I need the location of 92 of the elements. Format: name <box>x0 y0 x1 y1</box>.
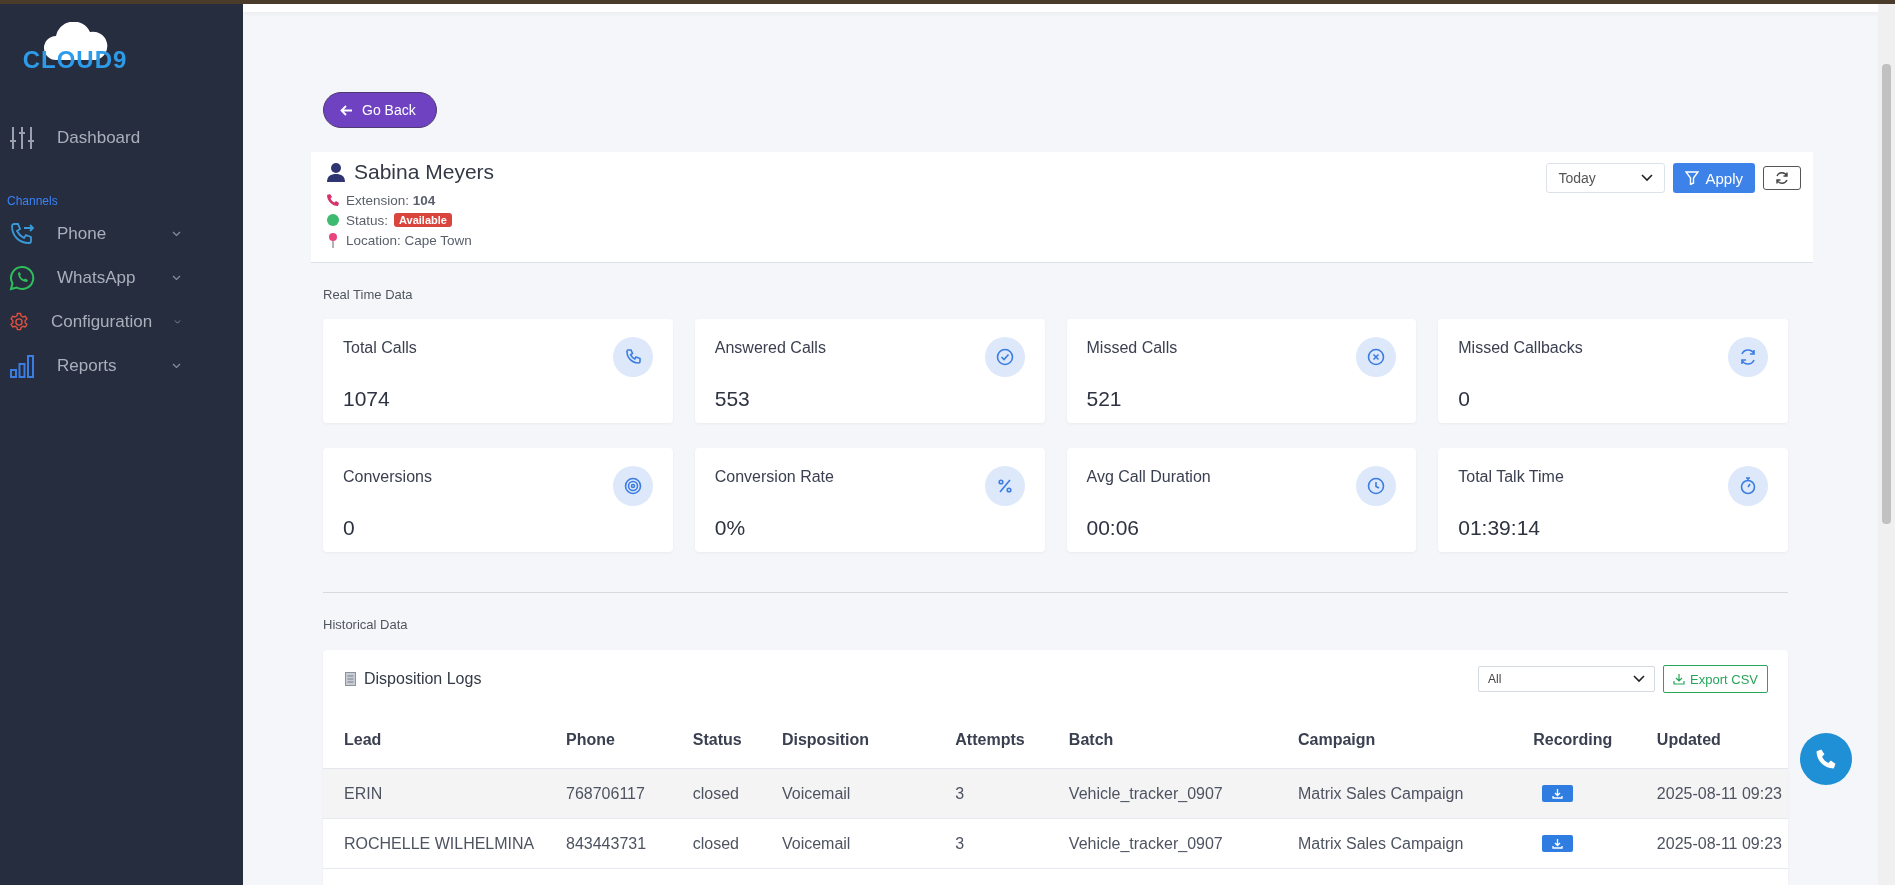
location-text: Location: Cape Town <box>346 232 472 248</box>
table-cell: 843443731 <box>545 818 672 869</box>
phone-forward-icon <box>9 221 35 247</box>
section-label: Channels <box>6 193 59 210</box>
stat-label: Answered Calls <box>714 339 827 358</box>
table-cell: Voicemail <box>760 768 935 819</box>
sidebar-item[interactable]: Dashboard <box>0 116 243 160</box>
chevron-down-icon <box>1641 174 1654 182</box>
table-cell: 2025-08-11 09:23 <box>1635 768 1788 819</box>
person-icon <box>326 162 346 182</box>
table-cell: Matrix Sales Campaign <box>1276 768 1513 819</box>
phone-icon <box>612 337 653 377</box>
clock-icon <box>1356 466 1397 506</box>
period-dropdown[interactable]: Today <box>1546 163 1666 193</box>
export-csv-button[interactable]: Export CSV <box>1663 665 1768 693</box>
table-cell: closed <box>671 818 761 869</box>
logs-title: Disposition Logs <box>364 670 482 688</box>
table-cell: 3 <box>934 818 1048 869</box>
stat-value: 553 <box>714 387 751 412</box>
chat-bubble-phone-icon <box>9 265 35 291</box>
document-icon <box>345 672 356 686</box>
download-recording-button[interactable] <box>1542 785 1574 802</box>
sidebar-item[interactable]: WhatsApp <box>0 256 243 300</box>
table-cell: closed <box>671 768 761 819</box>
table-cell: Voicemail <box>760 818 935 869</box>
stat-label: Total Calls <box>343 339 418 358</box>
table-cell: ROCHELLE WILHELMINA <box>323 818 545 869</box>
sidebar-item[interactable]: Reports <box>0 344 243 388</box>
sliders-icon <box>9 125 35 151</box>
stat-label: Total Talk Time <box>1458 468 1565 487</box>
filter-dropdown[interactable]: All <box>1478 666 1656 692</box>
arrow-left-icon <box>340 104 353 116</box>
stat-value: 01:39:14 <box>1458 516 1541 541</box>
column-header: Status <box>671 708 761 769</box>
pin-icon <box>326 232 340 248</box>
column-header: Recording <box>1512 708 1636 769</box>
x-circle-icon <box>1356 337 1397 377</box>
refresh-icon <box>1728 337 1768 377</box>
percent-icon <box>984 466 1025 506</box>
scrollbar[interactable] <box>1878 4 1895 885</box>
stat-value: 0% <box>714 516 747 541</box>
extension-text: Extension: 104 <box>346 192 436 208</box>
stat-label: Avg Call Duration <box>1086 468 1212 487</box>
status-badge: Available <box>394 213 452 227</box>
refresh-button[interactable] <box>1763 166 1801 190</box>
call-button[interactable] <box>1800 733 1852 785</box>
table-cell: 2025-08-11 09:23 <box>1635 818 1788 869</box>
stopwatch-icon <box>1728 466 1768 506</box>
phone-icon <box>326 193 340 207</box>
filter-icon <box>1685 171 1700 185</box>
table-cell: 3 <box>934 768 1048 819</box>
phone-icon <box>1815 748 1837 770</box>
sidebar-item[interactable]: Configuration <box>0 300 243 344</box>
column-header: Attempts <box>934 708 1048 769</box>
stat-label: Missed Calls <box>1086 339 1179 358</box>
table-cell: Vehicle_tracker_0907 <box>1047 818 1277 869</box>
column-header: Batch <box>1047 708 1277 769</box>
section-title: Real Time Data <box>323 287 414 302</box>
column-header: Disposition <box>760 708 935 769</box>
table-cell: 768706117 <box>545 768 672 819</box>
status-dot-icon <box>326 213 340 227</box>
download-recording-button[interactable] <box>1542 835 1574 852</box>
column-header: Phone <box>545 708 672 769</box>
stat-value: 1074 <box>343 387 391 412</box>
stat-value: 0 <box>1458 387 1471 412</box>
agent-name: Sabina Meyers <box>354 160 495 184</box>
status-label: Status: <box>346 212 389 228</box>
check-circle-icon <box>984 337 1025 377</box>
column-header: Campaign <box>1276 708 1513 769</box>
section-title: Historical Data <box>323 617 409 632</box>
stat-value: 0 <box>343 516 356 541</box>
apply-button[interactable]: Apply <box>1673 163 1755 193</box>
stat-label: Conversion Rate <box>714 468 835 487</box>
bar-chart-icon <box>9 353 35 379</box>
target-icon <box>612 466 653 506</box>
go-back-button[interactable]: Go Back <box>323 92 437 128</box>
sidebar-item[interactable]: Phone <box>0 212 243 256</box>
stat-label: Conversions <box>343 468 433 487</box>
refresh-icon <box>1775 171 1789 185</box>
stat-value: 521 <box>1086 387 1123 412</box>
logo-text: CLOUD9 <box>22 46 128 74</box>
download-icon <box>1552 788 1564 799</box>
stat-label: Missed Callbacks <box>1458 339 1584 358</box>
download-icon <box>1673 673 1686 685</box>
column-header: Updated <box>1635 708 1788 769</box>
table-cell: Vehicle_tracker_0907 <box>1047 768 1277 819</box>
table-cell: ERIN <box>323 768 545 819</box>
table-cell: Matrix Sales Campaign <box>1276 818 1513 869</box>
column-header: Lead <box>323 708 545 769</box>
stat-value: 00:06 <box>1086 516 1141 541</box>
chevron-down-icon <box>1633 675 1646 683</box>
download-icon <box>1552 838 1564 849</box>
